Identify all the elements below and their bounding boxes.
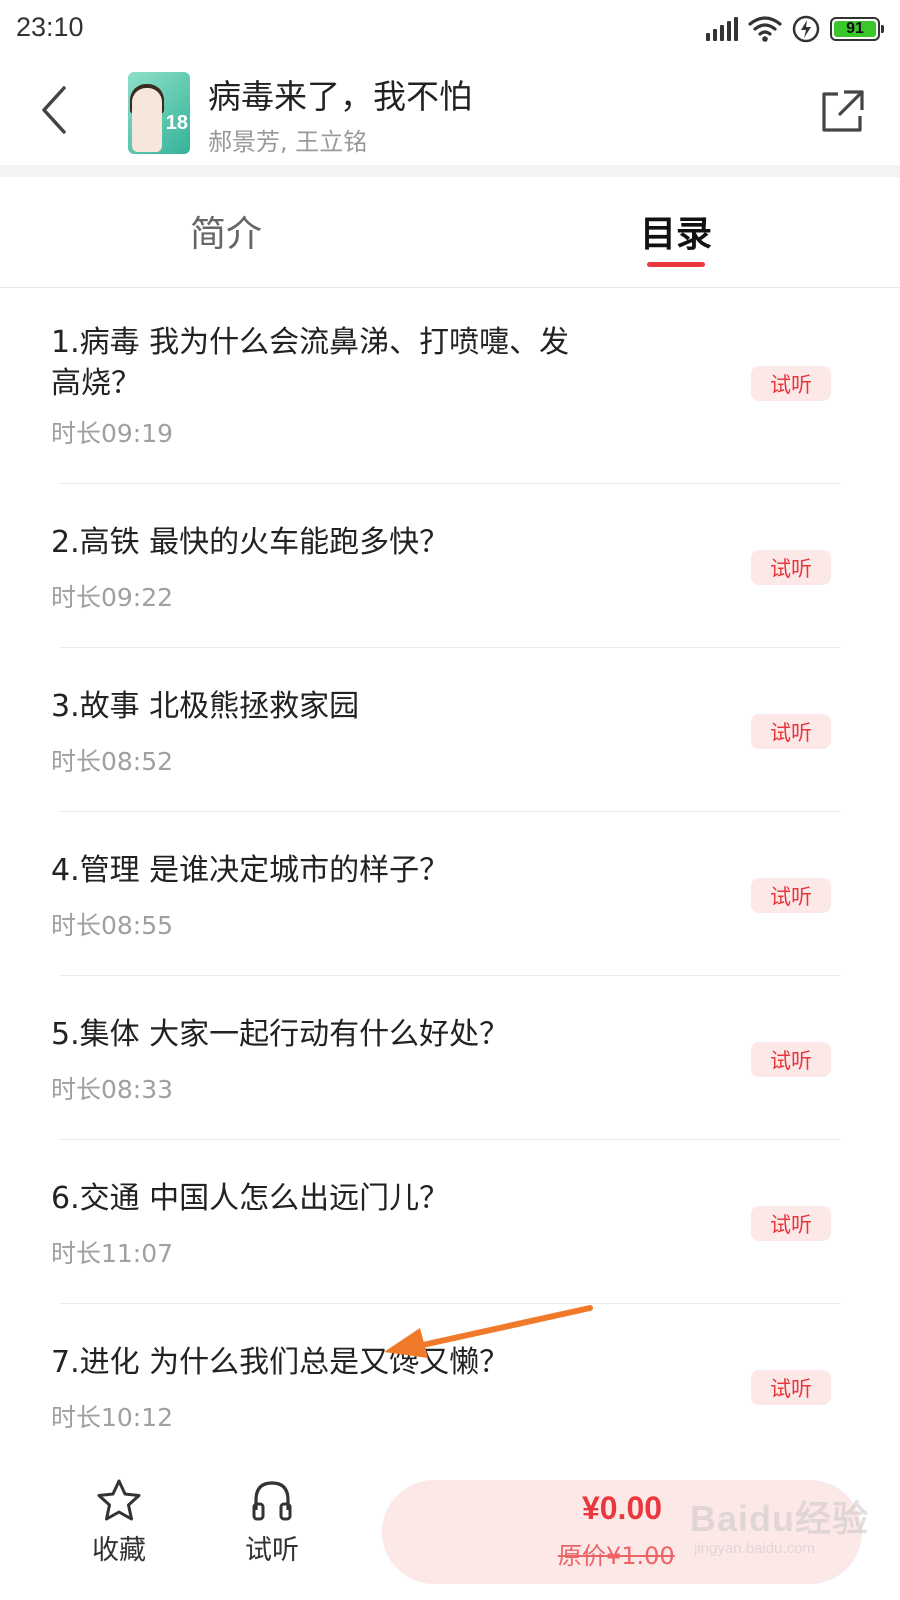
preview-badge[interactable]: 试听 [751,1206,831,1241]
catalog-item[interactable]: 6.交通 中国人怎么出远门儿？ 时长11:07 试听 [0,1140,900,1304]
back-icon[interactable] [30,80,80,140]
catalog-item[interactable]: 1.病毒 我为什么会流鼻涕、打喷嚏、发高烧？ 时长09:19 试听 [0,288,900,484]
preview-badge[interactable]: 试听 [751,1042,831,1077]
headphones-icon [252,1481,292,1521]
star-icon [97,1479,141,1521]
preview-badge[interactable]: 试听 [751,878,831,913]
catalog-item[interactable]: 3.故事 北极熊拯救家园 时长08:52 试听 [0,648,900,812]
share-icon[interactable] [816,86,866,136]
status-time: 23:10 [16,12,84,42]
buy-button[interactable]: ¥0.00 原价¥1.00 [382,1480,862,1584]
screen: 23:10 91 18 病毒来了，我不怕 郝景芳, 王立铭 简介 目录 1.病毒… [0,0,900,1600]
preview-badge[interactable]: 试听 [751,366,831,401]
charging-icon [792,15,820,43]
header: 18 病毒来了，我不怕 郝景芳, 王立铭 [0,60,900,165]
catalog-item-duration: 时长08:55 [51,911,174,940]
catalog-item[interactable]: 5.集体 大家一起行动有什么好处？ 时长08:33 试听 [0,976,900,1140]
catalog-item-duration: 时长10:12 [51,1403,174,1432]
battery-level: 91 [834,20,876,37]
favorite-label: 收藏 [92,1535,146,1566]
original-price: 原价¥1.00 [558,1542,675,1570]
catalog-item[interactable]: 7.进化 为什么我们总是又馋又懒？ 时长10:12 试听 [0,1304,900,1468]
book-title: 病毒来了，我不怕 [208,77,472,116]
catalog-item-title: 5.集体 大家一起行动有什么好处？ [51,1017,510,1052]
catalog-item[interactable]: 2.高铁 最快的火车能跑多快？ 时长09:22 试听 [0,484,900,648]
catalog-item-title: 3.故事 北极熊拯救家园 [51,689,360,724]
listen-button[interactable]: 试听 [222,1478,322,1567]
listen-label: 试听 [245,1535,299,1566]
preview-badge[interactable]: 试听 [751,550,831,585]
signal-icon [706,17,738,41]
preview-badge[interactable]: 试听 [751,1370,831,1405]
catalog-list: 1.病毒 我为什么会流鼻涕、打喷嚏、发高烧？ 时长09:19 试听 2.高铁 最… [0,288,900,1468]
catalog-item-duration: 时长08:33 [51,1075,174,1104]
status-bar: 23:10 91 [0,0,900,60]
favorite-button[interactable]: 收藏 [69,1478,169,1567]
catalog-item-duration: 时长09:19 [51,419,174,448]
catalog-item[interactable]: 4.管理 是谁决定城市的样子？ 时长08:55 试听 [0,812,900,976]
catalog-item-title: 7.进化 为什么我们总是又馋又懒？ [51,1345,510,1380]
battery-icon: 91 [830,17,884,41]
cover-badge: 18 [165,112,188,134]
catalog-item-title: 4.管理 是谁决定城市的样子？ [51,853,450,888]
catalog-item-title: 6.交通 中国人怎么出远门儿？ [51,1181,450,1216]
book-cover[interactable]: 18 [128,72,190,154]
catalog-item-duration: 时长08:52 [51,747,174,776]
catalog-item-title: 1.病毒 我为什么会流鼻涕、打喷嚏、发高烧？ [51,325,570,401]
tab-catalog[interactable]: 目录 [640,205,712,257]
tab-intro[interactable]: 简介 [190,205,262,257]
current-price: ¥0.00 [581,1490,663,1526]
header-divider [0,165,900,177]
book-authors: 郝景芳, 王立铭 [208,128,368,156]
catalog-item-duration: 时长11:07 [51,1239,174,1268]
active-tab-indicator [647,262,705,267]
wifi-icon [748,16,782,42]
catalog-item-title: 2.高铁 最快的火车能跑多快？ [51,525,450,560]
status-icons: 91 [706,14,884,44]
tab-bar: 简介 目录 [0,177,900,288]
preview-badge[interactable]: 试听 [751,714,831,749]
catalog-item-duration: 时长09:22 [51,583,174,612]
bottom-action-bar: 收藏 试听 ¥0.00 原价¥1.00 [0,1458,900,1600]
